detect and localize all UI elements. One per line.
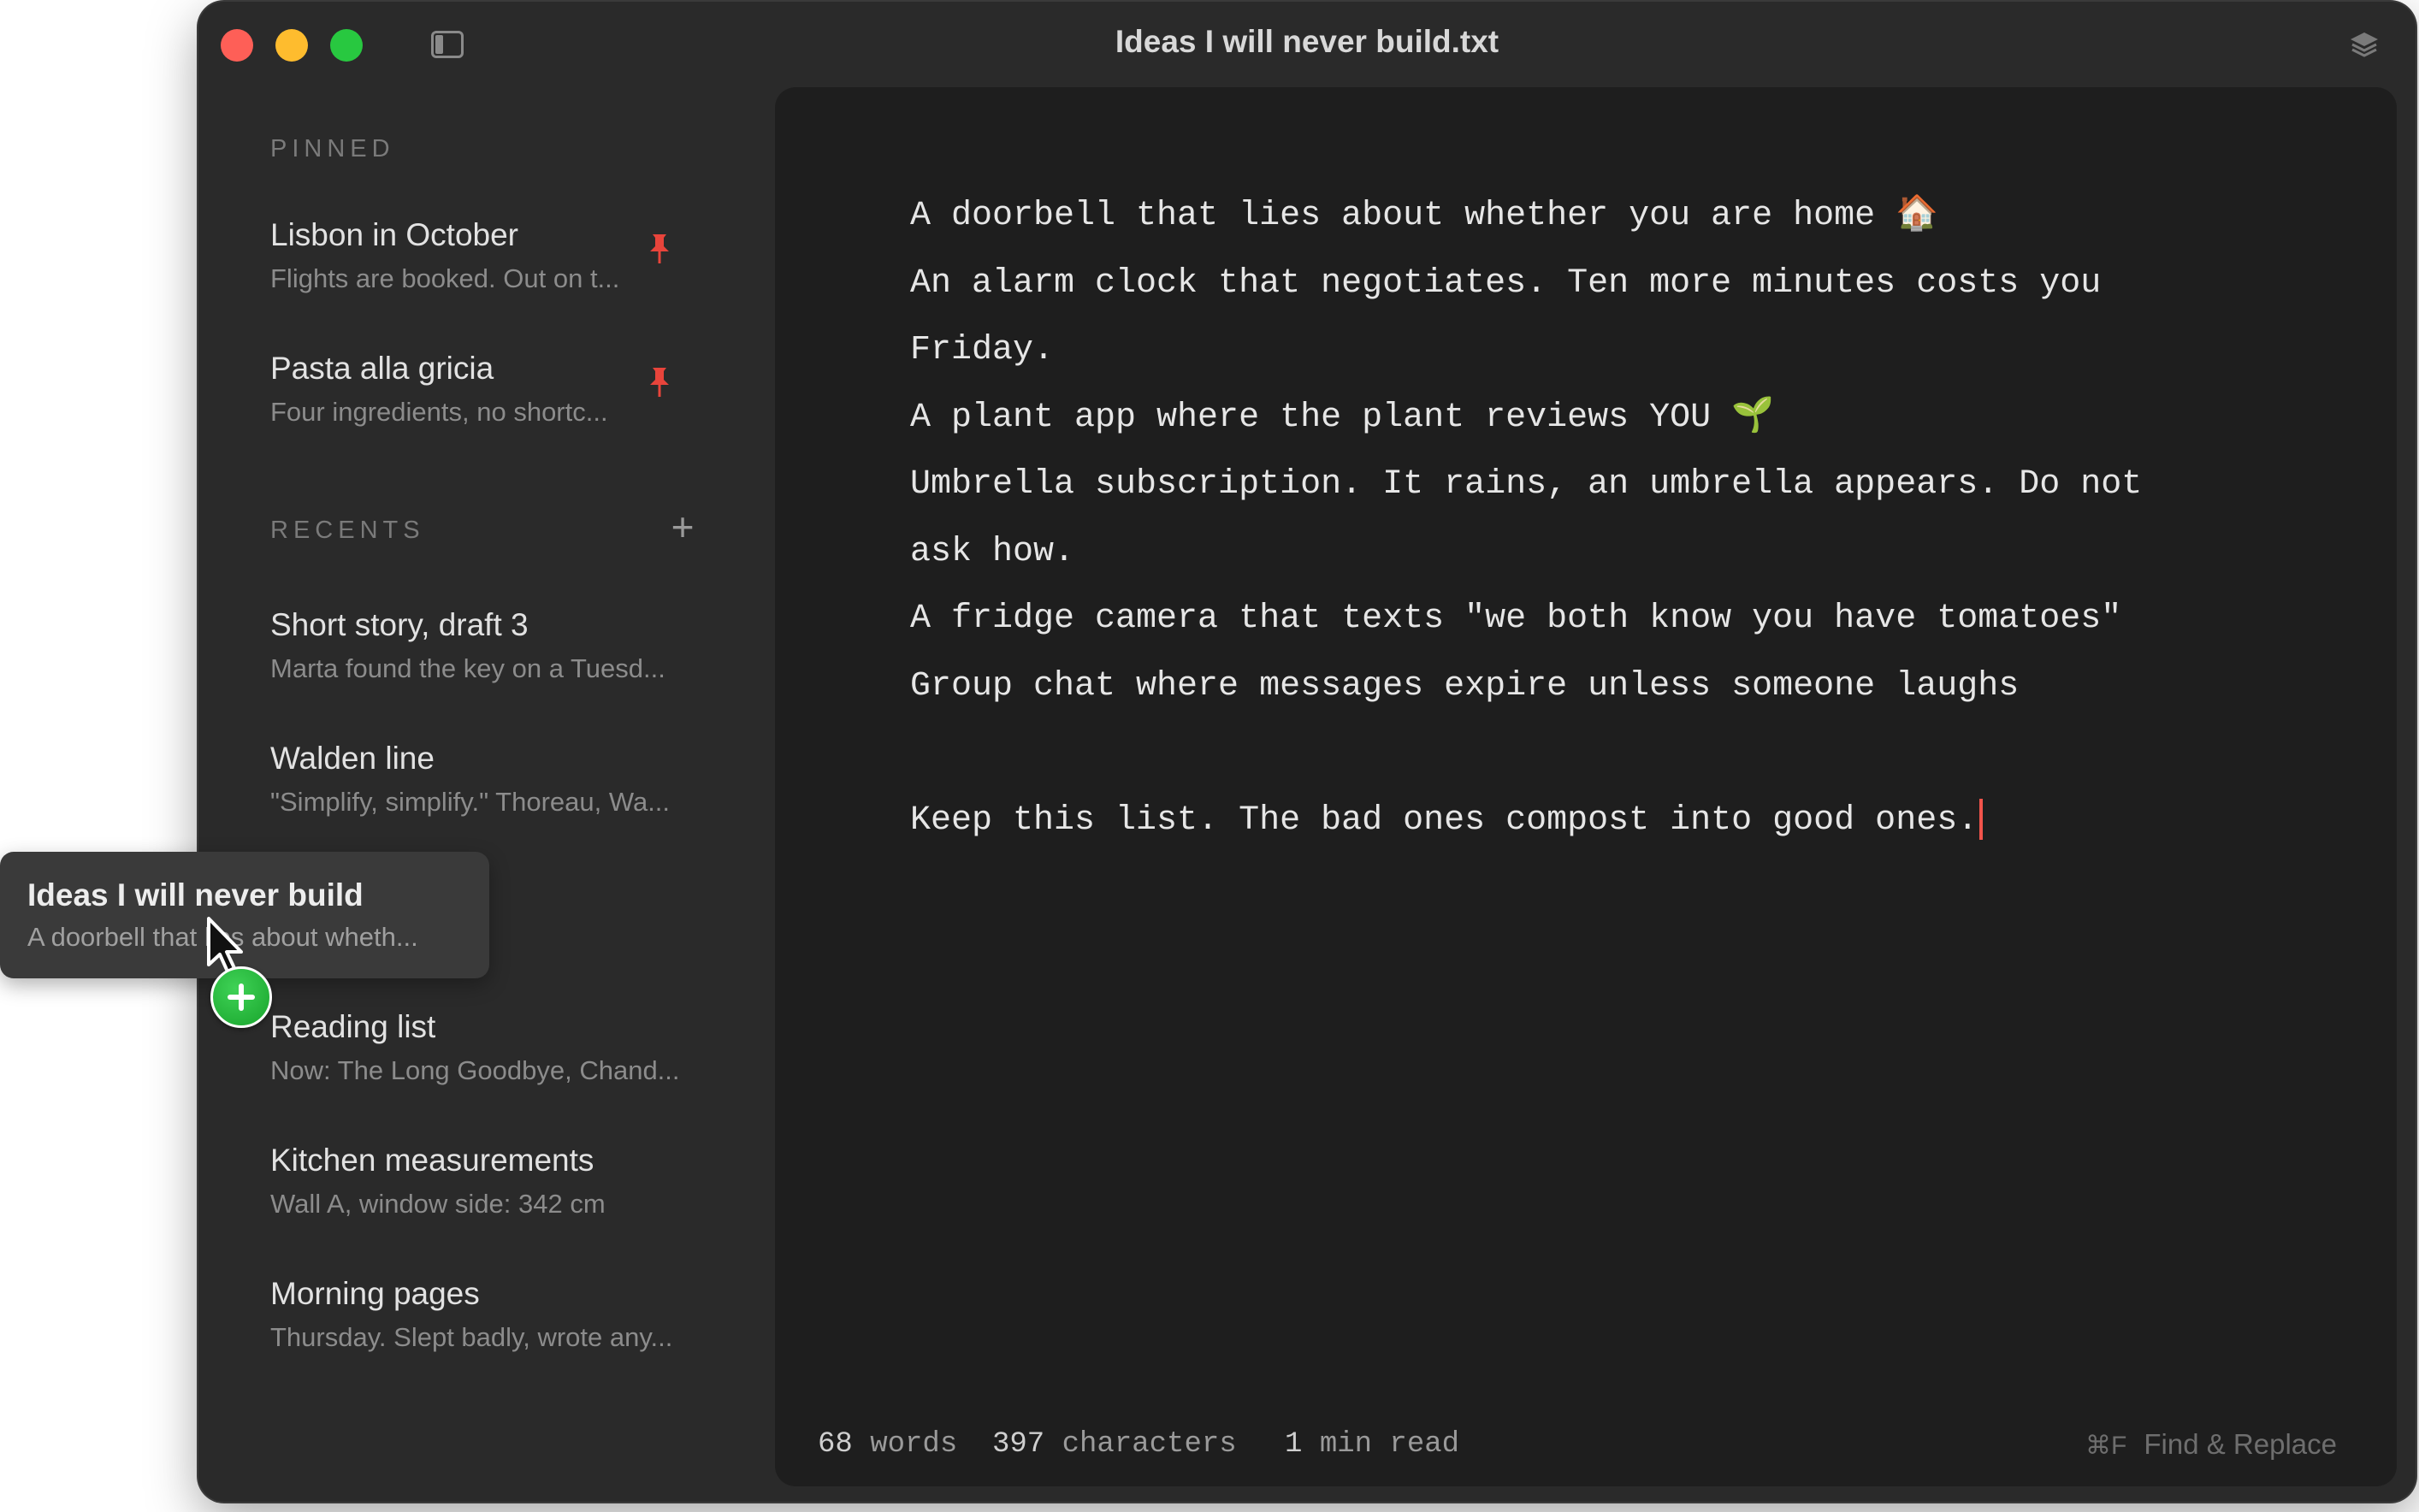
- note-title: Ideas I will never build: [27, 877, 364, 913]
- window-title: Ideas I will never build.txt: [1115, 24, 1499, 59]
- note-preview: Wall A, window side: 342 cm: [270, 1189, 606, 1219]
- note-title: Reading list: [270, 1009, 436, 1044]
- editor-line[interactable]: [910, 720, 2347, 788]
- note-title: Walden line: [270, 741, 435, 776]
- find-replace-label: Find & Replace: [2144, 1428, 2337, 1460]
- note-preview: Four ingredients, no shortc...: [270, 397, 608, 427]
- find-replace-button[interactable]: ⌘F Find & Replace: [2085, 1428, 2337, 1461]
- editor-line[interactable]: Umbrella subscription. It rains, an umbr…: [910, 452, 2347, 519]
- sidebar-item-reading-list[interactable]: Reading list Now: The Long Goodbye, Chan…: [270, 1009, 715, 1112]
- sidebar-item-short-story[interactable]: Short story, draft 3 Marta found the key…: [270, 607, 715, 710]
- editor-line[interactable]: A fridge camera that texts "we both know…: [910, 586, 2347, 653]
- recents-section-label: RECENTS: [270, 517, 425, 544]
- note-preview: Thursday. Slept badly, wrote any...: [270, 1322, 673, 1352]
- read-time-value: 1: [1285, 1428, 1303, 1461]
- note-preview: "Simplify, simplify." Thoreau, Wa...: [270, 787, 671, 817]
- sidebar-item-walden-line[interactable]: Walden line "Simplify, simplify." Thorea…: [270, 741, 715, 843]
- word-count-label: words: [870, 1428, 958, 1461]
- note-preview: Now: The Long Goodbye, Chand...: [270, 1055, 680, 1085]
- copy-plus-badge-icon: [210, 966, 272, 1028]
- editor-last-line[interactable]: Keep this list. The bad ones compost int…: [910, 788, 2347, 855]
- note-title: Short story, draft 3: [270, 607, 529, 642]
- editor-line[interactable]: An alarm clock that negotiates. Ten more…: [910, 251, 2347, 318]
- pin-icon[interactable]: [647, 366, 672, 400]
- note-title: Lisbon in October: [270, 217, 519, 252]
- editor-line[interactable]: ask how.: [910, 519, 2347, 587]
- pin-icon[interactable]: [647, 233, 672, 267]
- text-cursor: [1979, 798, 1984, 840]
- character-count: 397 characters: [992, 1428, 1237, 1461]
- note-title: Morning pages: [270, 1276, 480, 1311]
- character-count-value: 397: [992, 1428, 1045, 1461]
- editor-line[interactable]: A plant app where the plant reviews YOU …: [910, 385, 2347, 452]
- status-bar: 68 words 397 characters 1 min read ⌘F Fin…: [818, 1416, 2337, 1468]
- word-count: 68 words: [818, 1428, 957, 1461]
- editor-text[interactable]: A doorbell that lies about whether you a…: [910, 183, 2347, 854]
- note-title: Pasta alla gricia: [270, 351, 494, 386]
- title-bar: Ideas I will never build.txt: [198, 2, 2416, 84]
- sidebar-item-morning-pages[interactable]: Morning pages Thursday. Slept badly, wro…: [270, 1276, 715, 1379]
- editor-pane[interactable]: A doorbell that lies about whether you a…: [775, 87, 2397, 1486]
- pinned-section-label: PINNED: [270, 135, 395, 162]
- sidebar-item-kitchen-measurements[interactable]: Kitchen measurements Wall A, window side…: [270, 1143, 715, 1245]
- editor-line-text: Keep this list. The bad ones compost int…: [910, 800, 1978, 840]
- sidebar: PINNED Lisbon in October Flights are boo…: [198, 84, 746, 1502]
- sidebar-item-pasta-alla-gricia[interactable]: Pasta alla gricia Four ingredients, no s…: [270, 351, 715, 453]
- app-window: Ideas I will never build.txt PINNED Lisb…: [198, 2, 2416, 1502]
- plus-icon[interactable]: +: [667, 507, 698, 546]
- word-count-value: 68: [818, 1428, 853, 1461]
- note-preview: Flights are booked. Out on t...: [270, 263, 620, 293]
- note-title: Kitchen measurements: [270, 1143, 594, 1178]
- editor-line[interactable]: A doorbell that lies about whether you a…: [910, 183, 2347, 251]
- editor-line[interactable]: Friday.: [910, 317, 2347, 385]
- find-shortcut: ⌘F: [2085, 1432, 2127, 1460]
- sidebar-item-lisbon-in-october[interactable]: Lisbon in October Flights are booked. Ou…: [270, 217, 715, 320]
- read-time: 1 min read: [1285, 1428, 1459, 1461]
- note-preview: Marta found the key on a Tuesd...: [270, 653, 665, 683]
- editor-line[interactable]: Group chat where messages expire unless …: [910, 653, 2347, 721]
- read-time-label: min read: [1319, 1428, 1460, 1461]
- character-count-label: characters: [1062, 1428, 1237, 1461]
- layers-icon[interactable]: [2347, 27, 2381, 62]
